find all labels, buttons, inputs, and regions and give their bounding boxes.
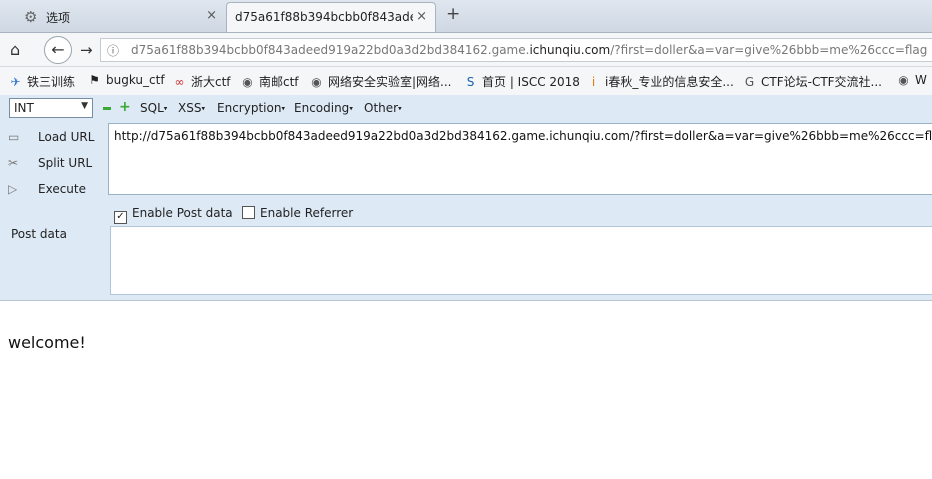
chevron-down-icon: ▼ (81, 101, 88, 111)
tab-options[interactable]: ⚙ 选项 × (0, 2, 225, 32)
play-icon: ▷ (8, 182, 18, 196)
globe-icon: ◉ (242, 75, 253, 89)
bookmark-icon: ✈ (10, 75, 21, 89)
bookmark-icon: i (591, 75, 596, 89)
type-select-value: INT (14, 101, 34, 115)
tab-options-label: 选项 (46, 11, 71, 25)
menu-sql[interactable]: SQL▾ (140, 101, 167, 115)
load-url-button[interactable]: ▭ Load URL (8, 130, 94, 144)
close-icon[interactable]: × (206, 8, 217, 23)
url-textarea[interactable]: http://d75a61f88b394bcbb0f843adeed919a22… (108, 123, 932, 195)
new-tab-button[interactable]: + (446, 4, 460, 24)
forward-button[interactable]: → (80, 41, 93, 59)
checkbox-icon: ✓ (114, 211, 127, 224)
bookmark-item[interactable]: ⚑ bugku_ctf (87, 73, 164, 87)
bookmark-item[interactable]: ◉ W (896, 73, 927, 87)
flag-icon: ⚑ (89, 73, 100, 87)
divider (0, 300, 932, 301)
menu-encryption[interactable]: Encryption▾ (217, 101, 285, 115)
post-data-textarea[interactable] (110, 226, 932, 295)
bookmark-icon: G (744, 75, 755, 89)
bookmark-item[interactable]: S 首页 | ISCC 2018 (463, 73, 580, 90)
globe-icon: ◉ (311, 75, 322, 89)
tab-strip: ⚙ 选项 × d75a61f88b394bcbb0f843adeed919a22… (0, 0, 932, 33)
back-button[interactable]: ← (44, 36, 72, 64)
menu-xss[interactable]: XSS▾ (178, 101, 205, 115)
bookmark-item[interactable]: G CTF论坛-CTF交流社... (742, 73, 882, 90)
info-icon[interactable]: ⓘ (107, 42, 119, 59)
bookmark-icon: ∞ (174, 75, 185, 89)
bookmark-item[interactable]: ◉ 南邮ctf (240, 73, 298, 90)
hackbar-panel: INT ▼ + SQL▾ XSS▾ Encryption▾ Encoding▾ … (0, 95, 932, 301)
minus-icon[interactable] (103, 107, 111, 110)
bookmark-item[interactable]: ∞ 浙大ctf (172, 73, 231, 90)
page-content-text: welcome! (8, 333, 86, 352)
tab-active-label: d75a61f88b394bcbb0f843adeed919a22bd0a3d2… (235, 10, 413, 24)
bookmark-item[interactable]: i i春秋_专业的信息安全... (586, 73, 734, 90)
plus-icon[interactable]: + (119, 99, 131, 115)
menu-encoding[interactable]: Encoding▾ (294, 101, 353, 115)
checkbox-icon (242, 206, 255, 219)
home-icon[interactable]: ⌂ (10, 40, 20, 59)
close-icon[interactable]: × (416, 9, 427, 24)
scissors-icon: ✂ (8, 156, 19, 170)
bookmarks-toolbar: ✈ 铁三训练 ⚑ bugku_ctf ∞ 浙大ctf ◉ 南邮ctf ◉ 网络安全实验室|… (0, 67, 932, 95)
menu-other[interactable]: Other▾ (364, 101, 402, 115)
execute-button[interactable]: ▷ Execute (8, 182, 86, 196)
enable-post-checkbox[interactable]: ✓ Enable Post data (114, 206, 233, 224)
bookmark-icon: S (466, 75, 475, 89)
enable-referrer-checkbox[interactable]: Enable Referrer (242, 206, 353, 220)
url-textarea-value: http://d75a61f88b394bcbb0f843adeed919a22… (114, 129, 932, 143)
navigation-bar: ⌂ ← → ⓘ d75a61f88b394bcbb0f843adeed919a2… (0, 33, 932, 67)
address-url: d75a61f88b394bcbb0f843adeed919a22bd0a3d2… (131, 43, 928, 57)
address-bar[interactable]: ⓘ d75a61f88b394bcbb0f843adeed919a22bd0a3… (100, 38, 932, 62)
globe-icon: ◉ (898, 73, 909, 87)
bookmark-item[interactable]: ◉ 网络安全实验室|网络... (309, 73, 451, 90)
load-url-icon: ▭ (8, 130, 20, 144)
bookmark-item[interactable]: ✈ 铁三训练 (8, 73, 75, 90)
post-data-label: Post data (11, 227, 67, 241)
type-select[interactable]: INT ▼ (9, 98, 93, 118)
tab-active[interactable]: d75a61f88b394bcbb0f843adeed919a22bd0a3d2… (226, 2, 436, 32)
split-url-button[interactable]: ✂ Split URL (8, 156, 92, 170)
gear-icon: ⚙ (24, 8, 38, 26)
